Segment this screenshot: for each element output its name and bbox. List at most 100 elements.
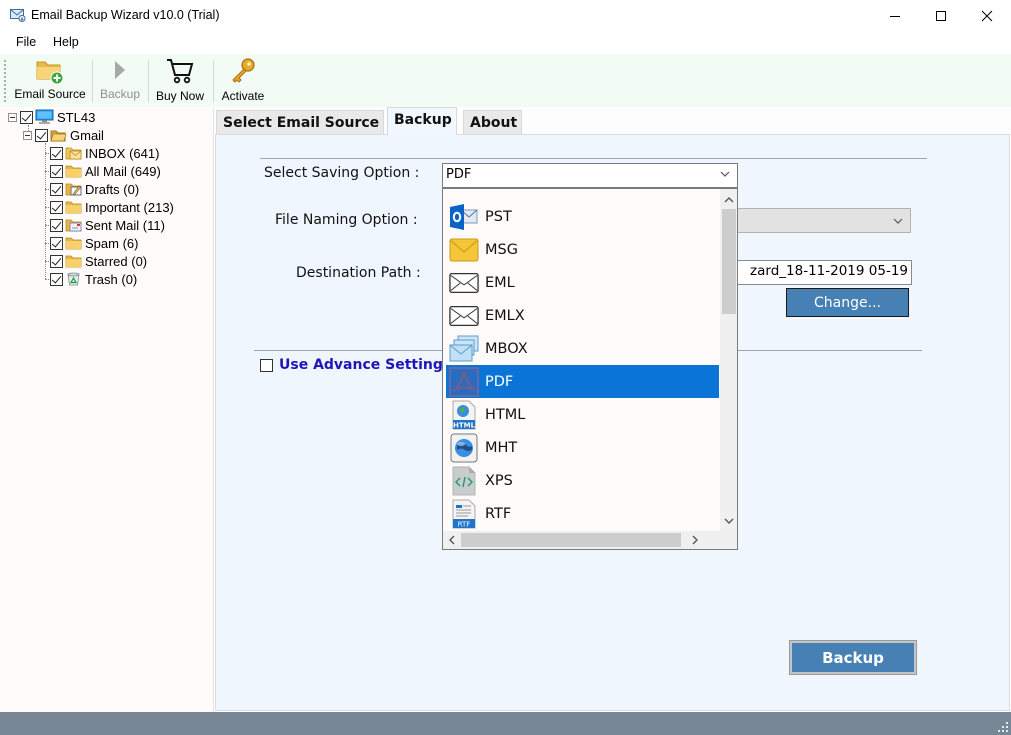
tree-connector bbox=[45, 279, 49, 280]
maximize-icon bbox=[936, 10, 946, 21]
tree-connector bbox=[45, 171, 49, 172]
tree-folder-important[interactable]: Important (213) bbox=[50, 198, 174, 216]
toolbar-separator bbox=[92, 60, 93, 102]
tree-connector bbox=[45, 261, 49, 262]
option-pst[interactable]: PST bbox=[446, 200, 719, 233]
tab-about[interactable]: About bbox=[463, 110, 523, 134]
tree-folder-drafts[interactable]: Drafts (0) bbox=[50, 180, 139, 198]
destination-path-value: zard_18-11-2019 05-19 bbox=[750, 263, 908, 279]
scroll-thumb[interactable] bbox=[461, 533, 681, 547]
option-label: HTML bbox=[485, 406, 526, 423]
folder-checkbox[interactable] bbox=[50, 236, 63, 250]
folder-checkbox[interactable] bbox=[50, 218, 63, 232]
tree-node-root[interactable]: STL43 bbox=[8, 108, 95, 126]
open-folder-icon bbox=[50, 130, 67, 142]
option-html[interactable]: HTML HTML bbox=[446, 398, 719, 431]
advance-settings-checkbox[interactable] bbox=[260, 358, 273, 372]
chevron-down-icon bbox=[720, 171, 730, 177]
folder-checkbox[interactable] bbox=[50, 146, 63, 160]
scroll-up-button[interactable] bbox=[720, 191, 737, 208]
advance-settings-toggle[interactable]: Use Advance Settings bbox=[260, 357, 451, 373]
option-msg[interactable]: MSG bbox=[446, 233, 719, 266]
eml-envelope-icon bbox=[449, 272, 479, 293]
tab-backup[interactable]: Backup bbox=[387, 107, 457, 135]
menu-bar: File Help bbox=[0, 31, 1011, 54]
folder-label: Drafts (0) bbox=[85, 181, 140, 197]
saving-option-list: PST MSG EML EMLX MBOX PDF HTML HTML MHT … bbox=[442, 188, 738, 550]
tree-root-label: STL43 bbox=[57, 109, 96, 125]
option-label: EMLX bbox=[485, 307, 525, 324]
option-xps[interactable]: XPS bbox=[446, 464, 719, 497]
option-emlx[interactable]: EMLX bbox=[446, 299, 719, 332]
status-bar bbox=[0, 712, 1011, 735]
folder-tree: STL43 Gmail INBOX (641) All Mail (649) D… bbox=[0, 107, 214, 712]
activate-button[interactable]: Activate bbox=[218, 57, 268, 105]
scroll-left-button[interactable] bbox=[443, 531, 461, 549]
tree-folder-all-mail[interactable]: All Mail (649) bbox=[50, 162, 161, 180]
folder-label: Spam (6) bbox=[85, 235, 139, 251]
maximize-button[interactable] bbox=[918, 0, 964, 31]
tree-folder-sent-mail[interactable]: Sent Mail (11) bbox=[50, 216, 165, 234]
svg-text:HTML: HTML bbox=[453, 421, 476, 429]
folder-checkbox[interactable] bbox=[50, 164, 63, 178]
tree-folder-spam[interactable]: Spam (6) bbox=[50, 234, 138, 252]
folder-checkbox[interactable] bbox=[50, 272, 63, 286]
menu-help[interactable]: Help bbox=[53, 35, 79, 49]
outlook-pst-icon bbox=[450, 203, 478, 230]
option-label: PDF bbox=[485, 373, 514, 390]
advance-settings-label: Use Advance Settings bbox=[279, 357, 452, 373]
inbox-folder-icon bbox=[65, 147, 82, 160]
folder-icon bbox=[65, 201, 82, 214]
scroll-thumb[interactable] bbox=[722, 209, 736, 314]
email-source-button[interactable]: Email Source bbox=[12, 57, 88, 105]
saving-option-select[interactable]: PDF bbox=[442, 163, 738, 188]
saving-option-label: Select Saving Option : bbox=[264, 165, 420, 181]
option-label: MHT bbox=[485, 439, 518, 456]
tab-select-email-source[interactable]: Select Email Source bbox=[216, 110, 385, 134]
option-label: XPS bbox=[485, 472, 513, 489]
change-button[interactable]: Change... bbox=[786, 288, 909, 317]
folder-checkbox[interactable] bbox=[50, 254, 63, 268]
collapse-toggle[interactable] bbox=[23, 130, 32, 140]
tree-folder-starred[interactable]: Starred (0) bbox=[50, 252, 147, 270]
horizontal-scrollbar[interactable] bbox=[443, 531, 720, 549]
close-button[interactable] bbox=[964, 0, 1010, 31]
email-source-label: Email Source bbox=[14, 87, 86, 101]
gmail-checkbox[interactable] bbox=[35, 128, 48, 142]
toolbar-separator bbox=[148, 60, 149, 102]
backup-button[interactable]: Backup bbox=[789, 640, 917, 675]
tree-folder-inbox[interactable]: INBOX (641) bbox=[50, 144, 159, 162]
destination-path-input[interactable]: zard_18-11-2019 05-19 bbox=[721, 260, 912, 285]
buy-now-label: Buy Now bbox=[155, 89, 205, 103]
option-rtf[interactable]: RTF RTF bbox=[446, 497, 719, 530]
trash-icon bbox=[67, 272, 80, 286]
option-mht[interactable]: MHT bbox=[446, 431, 719, 464]
mbox-stack-icon bbox=[449, 335, 479, 361]
folder-checkbox[interactable] bbox=[50, 182, 63, 196]
tree-node-gmail[interactable]: Gmail bbox=[23, 126, 104, 144]
option-eml[interactable]: EML bbox=[446, 266, 719, 299]
folder-label: INBOX (641) bbox=[85, 145, 160, 161]
toolbar-grip[interactable] bbox=[4, 60, 6, 102]
resize-grip-icon[interactable] bbox=[997, 721, 1009, 733]
minimize-button[interactable] bbox=[872, 0, 918, 31]
option-pdf[interactable]: PDF bbox=[446, 365, 719, 398]
scroll-right-button[interactable] bbox=[686, 531, 704, 549]
menu-file[interactable]: File bbox=[16, 35, 36, 49]
option-mbox[interactable]: MBOX bbox=[446, 332, 719, 365]
vertical-scrollbar[interactable] bbox=[720, 189, 737, 531]
folder-checkbox[interactable] bbox=[50, 200, 63, 214]
tree-folder-trash[interactable]: Trash (0) bbox=[50, 270, 137, 288]
option-label: MBOX bbox=[485, 340, 528, 357]
file-naming-select[interactable] bbox=[721, 208, 911, 233]
root-checkbox[interactable] bbox=[20, 110, 33, 124]
buy-now-button[interactable]: Buy Now bbox=[152, 57, 208, 105]
pdf-acrobat-icon bbox=[449, 366, 479, 397]
folder-icon bbox=[65, 165, 82, 178]
envelope-app-icon bbox=[10, 9, 26, 22]
collapse-toggle[interactable] bbox=[8, 112, 17, 122]
scroll-down-button[interactable] bbox=[720, 512, 737, 529]
cart-icon bbox=[167, 59, 194, 84]
divider bbox=[260, 158, 927, 159]
backup-toolbar-button[interactable]: Backup bbox=[96, 57, 144, 105]
